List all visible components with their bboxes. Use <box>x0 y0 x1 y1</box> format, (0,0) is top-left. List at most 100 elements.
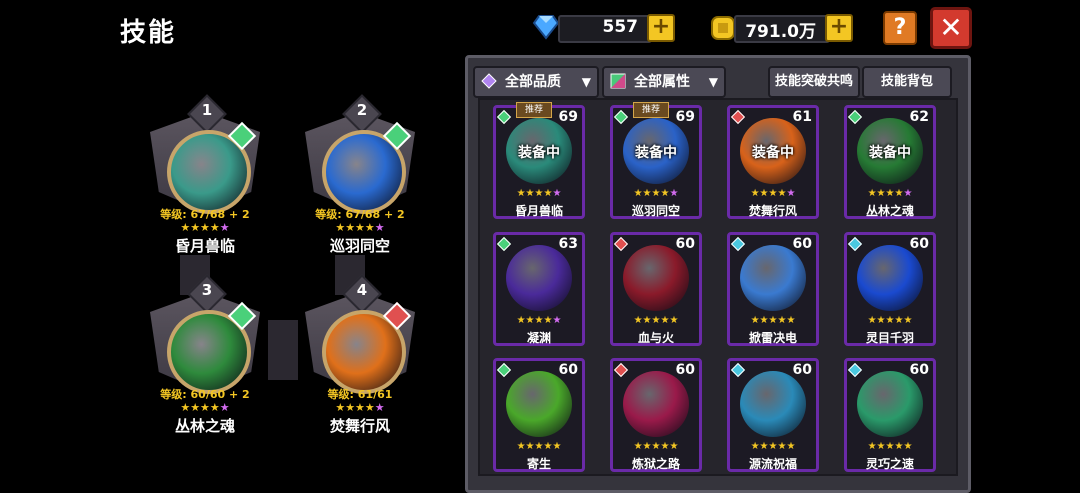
gold-counter: 791.0万 + <box>708 12 853 43</box>
skill-art-image <box>740 245 806 311</box>
skill-stars: ★★★★★ <box>140 401 270 414</box>
skill-stars: ★★★★★ <box>847 188 933 199</box>
skill-name: 昏月兽临 <box>174 237 235 255</box>
star-icon: ★★★★ <box>335 221 375 234</box>
chevron-down-icon: ▼ <box>708 75 718 89</box>
skill-level: 60 <box>792 236 812 252</box>
skill-card[interactable]: 62 装备中 ★★★★★ 丛林之魂 <box>844 105 936 219</box>
slot-number: 3 <box>201 281 213 299</box>
element-gem-icon <box>496 362 512 378</box>
skill-name: 血与火 <box>637 331 674 345</box>
element-gem-icon <box>730 362 746 378</box>
star-icon: ★★★★★ <box>750 441 796 452</box>
skill-level: 60 <box>792 362 812 378</box>
element-gem-icon <box>613 236 629 252</box>
element-gem-icon <box>730 236 746 252</box>
skill-level: 60 <box>909 236 929 252</box>
skill-level: 等级: 61/61 <box>327 388 393 401</box>
skill-name: 源流祝福 <box>748 457 797 471</box>
element-gem-icon <box>496 109 512 125</box>
skill-stars: ★★★★★ <box>140 221 270 234</box>
help-button[interactable]: ? <box>883 11 917 45</box>
skill-level: 61 <box>792 109 812 125</box>
skill-backpack-button[interactable]: 技能背包 <box>862 66 952 98</box>
skill-art-image <box>857 371 923 437</box>
skill-level: 63 <box>558 236 578 252</box>
slot-number: 1 <box>201 101 213 119</box>
element-gem-icon <box>730 109 746 125</box>
purple-star-icon: ★ <box>552 315 562 326</box>
skill-stars: ★★★★★ <box>847 315 933 326</box>
gold-amount: 791.0万 <box>745 22 816 42</box>
equipped-skill-slot-3[interactable]: 3 等级: 60/60 + 2 ★★★★★ 丛林之魂 <box>140 274 270 440</box>
skill-stars: ★★★★★ <box>613 315 699 326</box>
skill-stars: ★★★★★ <box>613 441 699 452</box>
skill-level: 等级: 67/68 + 2 <box>315 208 405 221</box>
slot-number: 4 <box>356 281 368 299</box>
recommend-tag: 推荐 <box>516 102 552 118</box>
slot-connector <box>268 320 298 380</box>
quality-filter-dropdown[interactable]: 全部品质 ▼ <box>473 66 599 98</box>
skill-stars: ★★★★★ <box>847 441 933 452</box>
skill-card[interactable]: 60 ★★★★★ 血与火 <box>610 232 702 346</box>
skill-name: 寄生 <box>526 457 551 471</box>
skill-name: 焚舞行风 <box>748 204 797 218</box>
skill-stars: ★★★★★ <box>730 188 816 199</box>
skill-card[interactable]: 69 推荐 装备中 ★★★★★ 巡羽同空 <box>610 102 702 219</box>
purple-star-icon: ★ <box>903 188 913 199</box>
skill-art-image <box>506 245 572 311</box>
star-icon: ★★★★★ <box>867 441 913 452</box>
skill-level: 62 <box>909 109 929 125</box>
skill-card[interactable]: 60 ★★★★★ 掀雷决电 <box>727 232 819 346</box>
equipped-label: 装备中 <box>635 145 677 161</box>
skill-stars: ★★★★★ <box>496 441 582 452</box>
skill-card[interactable]: 60 ★★★★★ 源流祝福 <box>727 358 819 472</box>
skill-card[interactable]: 60 ★★★★★ 炼狱之路 <box>610 358 702 472</box>
star-icon: ★★★★ <box>516 315 553 326</box>
skill-card[interactable]: 60 ★★★★★ 寄生 <box>493 358 585 472</box>
skill-card[interactable]: 60 ★★★★★ 灵巧之速 <box>844 358 936 472</box>
skill-name: 焚舞行风 <box>329 417 390 435</box>
gold-coin-icon <box>711 16 735 40</box>
attribute-icon <box>610 73 626 89</box>
skill-stars: ★★★★★ <box>730 441 816 452</box>
skill-name: 巡羽同空 <box>329 237 390 255</box>
skill-stars: ★★★★★ <box>295 401 425 414</box>
skill-name: 灵巧之速 <box>865 457 914 471</box>
add-gold-button[interactable]: + <box>825 14 853 42</box>
attribute-filter-dropdown[interactable]: 全部属性 ▼ <box>602 66 726 98</box>
skill-level: 等级: 67/68 + 2 <box>160 208 250 221</box>
element-gem-icon <box>847 236 863 252</box>
element-gem-icon <box>613 109 629 125</box>
skill-level: 60 <box>675 362 695 378</box>
star-icon: ★★★★★ <box>867 315 913 326</box>
purple-star-icon: ★ <box>219 221 230 234</box>
skill-name: 丛林之魂 <box>174 417 235 435</box>
purple-star-icon: ★ <box>374 221 385 234</box>
add-diamond-button[interactable]: + <box>647 14 675 42</box>
skill-resonance-button[interactable]: 技能突破共鸣 <box>768 66 860 98</box>
recommend-tag: 推荐 <box>633 102 669 118</box>
skill-card[interactable]: 60 ★★★★★ 灵目千羽 <box>844 232 936 346</box>
skill-card[interactable]: 69 推荐 装备中 ★★★★★ 昏月兽临 <box>493 102 585 219</box>
skill-art-image <box>506 371 572 437</box>
close-button[interactable]: ✕ <box>930 7 972 49</box>
skill-card[interactable]: 63 ★★★★★ 凝渊 <box>493 232 585 346</box>
page-title: 技能 <box>120 18 177 48</box>
equipped-skill-slot-4[interactable]: 4 等级: 61/61 ★★★★★ 焚舞行风 <box>295 274 425 440</box>
equipped-skill-slot-1[interactable]: 1 等级: 67/68 + 2 ★★★★★ 昏月兽临 <box>140 94 270 260</box>
skill-stars: ★★★★★ <box>295 221 425 234</box>
skill-stars: ★★★★★ <box>496 188 582 199</box>
star-icon: ★★★★ <box>750 188 787 199</box>
star-icon: ★★★★ <box>867 188 904 199</box>
element-gem-icon <box>613 362 629 378</box>
skill-card[interactable]: 61 装备中 ★★★★★ 焚舞行风 <box>727 105 819 219</box>
star-icon: ★★★★★ <box>516 441 562 452</box>
equipped-label: 装备中 <box>518 145 560 161</box>
element-gem-icon <box>496 236 512 252</box>
quality-filter-label: 全部品质 <box>505 74 561 90</box>
skill-name: 丛林之魂 <box>865 204 914 218</box>
skill-name: 巡羽同空 <box>631 204 680 218</box>
purple-star-icon: ★ <box>219 401 230 414</box>
equipped-skill-slot-2[interactable]: 2 等级: 67/68 + 2 ★★★★★ 巡羽同空 <box>295 94 425 260</box>
